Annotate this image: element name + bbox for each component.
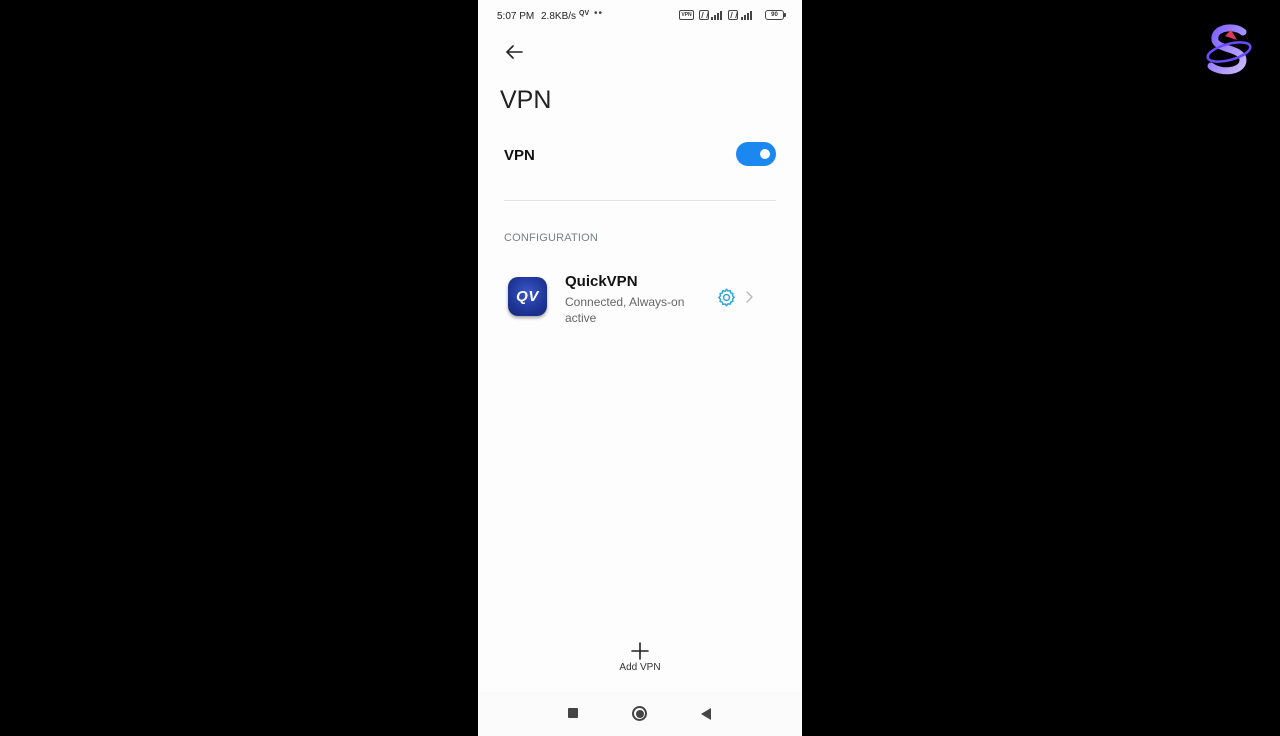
vpn-toggle-switch[interactable] (736, 142, 776, 166)
phone-screen: 5:07 PM 2.8KB/s QV •• VPN 90 VPN VPN CON… (478, 0, 802, 736)
chevron-right-icon (746, 291, 753, 303)
toggle-knob (760, 149, 770, 159)
config-name: QuickVPN (565, 273, 638, 290)
app-icon-text: QV (516, 288, 539, 305)
status-app-indicator: QV (579, 10, 590, 17)
page-title: VPN (500, 86, 552, 114)
channel-logo-icon (1206, 24, 1252, 75)
status-net-speed: 2.8KB/s (541, 11, 577, 22)
config-status: Connected, Always-on active (565, 295, 685, 325)
section-header-configuration: CONFIGURATION (504, 232, 599, 244)
divider (504, 200, 776, 201)
nfc-icon (728, 10, 738, 20)
nfc-icon (699, 10, 709, 20)
vpn-config-item-quickvpn[interactable]: QV QuickVPN Connected, Always-on active (504, 270, 776, 330)
arrow-left-icon (506, 45, 523, 59)
system-nav-bar (478, 692, 802, 736)
add-vpn-button[interactable]: Add VPN (610, 640, 670, 680)
status-time: 5:07 PM (497, 11, 535, 22)
add-vpn-label: Add VPN (619, 662, 661, 673)
gear-icon[interactable] (716, 287, 737, 308)
plus-icon (631, 642, 649, 660)
vpn-status-icon: VPN (679, 10, 694, 20)
back-button[interactable] (502, 40, 526, 64)
status-more-dots: •• (594, 8, 604, 19)
signal-icon (711, 10, 723, 20)
vpn-toggle-row[interactable]: VPN (504, 135, 776, 173)
square-icon[interactable] (568, 708, 578, 718)
vpn-toggle-label: VPN (504, 147, 535, 164)
status-bar: 5:07 PM 2.8KB/s QV •• VPN 90 (478, 0, 802, 32)
battery-icon: 90 (765, 10, 786, 20)
quickvpn-app-icon: QV (508, 277, 547, 316)
circle-icon[interactable] (632, 706, 647, 721)
triangle-back-icon[interactable] (701, 708, 711, 720)
signal-icon (741, 10, 753, 20)
